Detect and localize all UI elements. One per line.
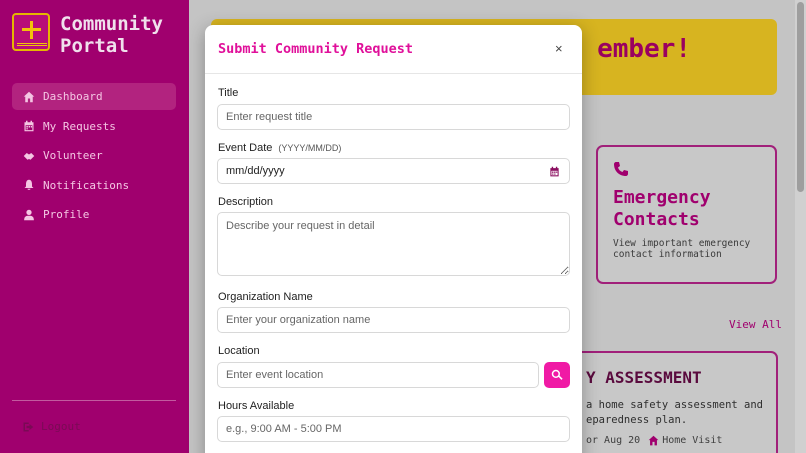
logo-icon	[12, 13, 50, 51]
close-button[interactable]: ×	[555, 42, 563, 56]
emergency-card-description: View important emergency contact informa…	[613, 238, 751, 260]
logout-icon	[23, 422, 34, 431]
event-date-hint: (YYYY/MM/DD)	[278, 143, 342, 153]
brand-title: Community Portal	[60, 13, 163, 57]
handshake-icon	[22, 149, 36, 163]
sidebar-item-label: Dashboard	[43, 90, 103, 103]
sidebar-item-label: Volunteer	[43, 149, 103, 162]
sidebar-item-my-requests[interactable]: My Requests	[12, 113, 176, 140]
sidebar: Community Portal Dashboard My Requests V…	[0, 0, 189, 453]
event-date-value: mm/dd/yyyy	[226, 165, 285, 177]
assessment-location: Home Visit	[662, 435, 723, 446]
modal-header: Submit Community Request ×	[205, 25, 582, 74]
assessment-meta: or Aug 20 Home Visit	[586, 435, 722, 446]
event-date-input[interactable]: mm/dd/yyyy	[217, 158, 570, 184]
event-date-label-text: Event Date	[218, 142, 273, 154]
logout-label: Logout	[41, 420, 81, 433]
sidebar-nav: Dashboard My Requests Volunteer Notifica…	[12, 83, 176, 231]
assessment-card[interactable]: Y ASSESSMENT a home safety assessment an…	[574, 351, 778, 453]
assessment-description: a home safety assessment and eparedness …	[586, 399, 764, 426]
modal-title: Submit Community Request	[218, 41, 414, 57]
home-icon	[22, 90, 36, 104]
event-date-label: Event Date (YYYY/MM/DD)	[218, 142, 341, 154]
emergency-card-title: Emergency Contacts	[613, 187, 711, 230]
sidebar-item-label: My Requests	[43, 119, 116, 133]
calendar-icon[interactable]	[549, 166, 560, 177]
hours-input[interactable]	[217, 416, 570, 442]
banner-title: ember!	[597, 34, 691, 64]
assessment-date: or Aug 20	[586, 435, 641, 446]
home-icon	[648, 435, 659, 446]
brand: Community Portal	[12, 13, 180, 57]
bell-icon	[22, 178, 36, 192]
sidebar-item-profile[interactable]: Profile	[12, 201, 176, 228]
title-input[interactable]	[217, 104, 570, 130]
organization-label: Organization Name	[218, 291, 313, 303]
calendar-icon	[22, 119, 36, 133]
scrollbar-thumb[interactable]	[797, 2, 804, 192]
description-label: Description	[218, 196, 274, 208]
sidebar-divider	[12, 400, 176, 401]
search-icon	[551, 369, 563, 380]
page-scrollbar[interactable]	[795, 0, 806, 453]
location-search-button[interactable]	[544, 362, 570, 388]
location-label: Location	[218, 345, 260, 357]
sidebar-item-volunteer[interactable]: Volunteer	[12, 142, 176, 169]
request-modal: Submit Community Request × Title Event D…	[205, 25, 582, 453]
sidebar-item-label: Profile	[43, 208, 90, 221]
emergency-contacts-card[interactable]: Emergency Contacts View important emerge…	[596, 145, 777, 284]
phone-icon	[613, 161, 629, 177]
hours-label: Hours Available	[218, 400, 295, 412]
description-textarea[interactable]	[217, 212, 570, 276]
sidebar-item-notifications[interactable]: Notifications	[12, 172, 176, 199]
title-label: Title	[218, 87, 239, 99]
location-input[interactable]	[217, 362, 539, 388]
sidebar-item-dashboard[interactable]: Dashboard	[12, 83, 176, 110]
assessment-title: Y ASSESSMENT	[586, 368, 702, 387]
logout-button[interactable]: Logout	[22, 420, 81, 433]
sidebar-item-label: Notifications	[43, 178, 130, 192]
view-all-link[interactable]: View All	[729, 318, 782, 331]
organization-input[interactable]	[217, 307, 570, 333]
user-icon	[22, 208, 36, 222]
